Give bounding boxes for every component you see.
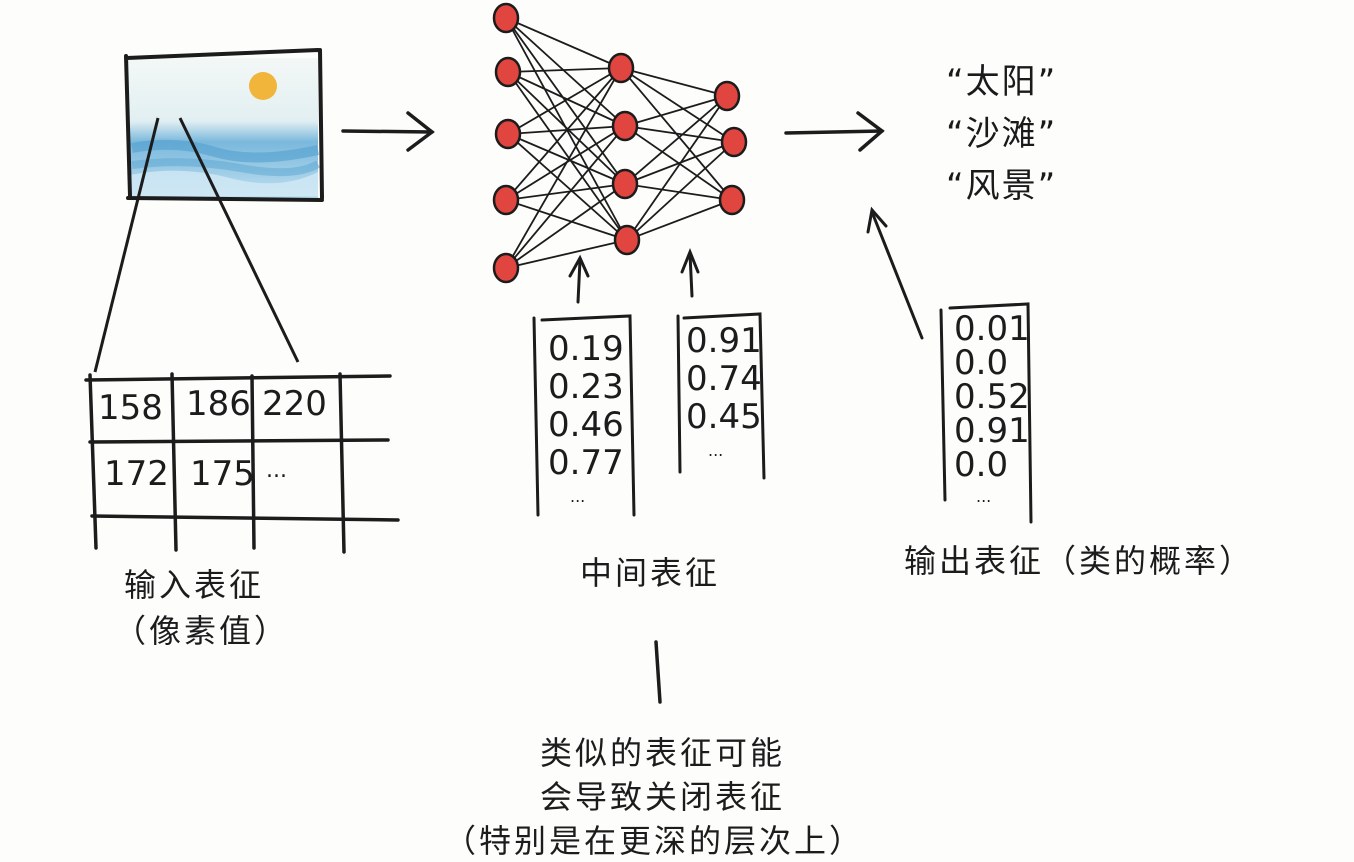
network-edge [624, 95, 728, 127]
neuron-node [492, 2, 520, 34]
note-line: （特别是在更深的层次上） [444, 822, 865, 860]
connector-line [654, 640, 662, 704]
pixel-value: 186 [186, 384, 251, 424]
vector-value: ... [708, 441, 724, 460]
pixel-value: 220 [262, 384, 327, 424]
output-label: “太阳” [946, 62, 1058, 102]
vector-value: 0.46 [548, 405, 624, 445]
arrow-right-icon [341, 111, 435, 152]
diagram: 158 186 220 172 175 ... 输入表征 （像素值） 0.19 … [0, 0, 1354, 862]
network-edge [507, 71, 628, 241]
vector-value: ... [976, 487, 992, 506]
pixel-value: ... [266, 458, 287, 483]
vector-value: 0.77 [548, 443, 624, 483]
pixel-value: 158 [98, 388, 163, 428]
neuron-node [492, 184, 520, 216]
neuron-node [718, 184, 746, 216]
intermediate-vector-2: 0.91 0.74 0.45 ... [686, 322, 762, 474]
vector-value: 0.74 [686, 359, 762, 399]
neuron-node [611, 110, 639, 142]
vector-value: 0.91 [686, 321, 762, 361]
input-caption: 输入表征 [124, 566, 265, 604]
intermediate-vector-1: 0.19 0.23 0.46 0.77 ... [548, 330, 624, 520]
vector-value: ... [570, 487, 586, 506]
arrow-up-icon [866, 206, 924, 340]
neuron-node [492, 252, 520, 284]
network-edge [505, 239, 628, 269]
vector-value: 0.91 [954, 411, 1030, 451]
intermediate-caption: 中间表征 [580, 554, 721, 592]
neuron-node [611, 168, 639, 200]
neuron-node [494, 56, 522, 88]
neuron-node [720, 126, 748, 158]
output-label: “沙滩” [946, 114, 1058, 154]
network-edge [626, 199, 733, 241]
pixel-value: 175 [190, 454, 255, 494]
output-label: “风景” [946, 166, 1058, 206]
network-edge [626, 95, 728, 241]
network-edge [620, 67, 728, 97]
network-edge [624, 125, 735, 143]
input-caption-sub: （像素值） [114, 612, 290, 650]
neuron-node [607, 52, 635, 84]
vector-value: 0.0 [954, 445, 1009, 485]
output-vector: 0.01 0.0 0.52 0.91 0.0 ... [954, 312, 1030, 512]
vector-value: 0.52 [954, 377, 1030, 417]
note-line: 类似的表征可能 [540, 734, 786, 772]
neural-network [492, 2, 748, 284]
output-caption: 输出表征（类的概率） [904, 542, 1255, 580]
arrow-right-icon [784, 111, 885, 152]
vector-value: 0.01 [954, 309, 1030, 349]
arrow-up-icon [680, 247, 700, 298]
vector-value: 0.19 [548, 329, 624, 369]
sun-icon [249, 72, 277, 100]
pixel-value: 172 [104, 454, 169, 494]
arrow-up-icon [568, 254, 590, 304]
neuron-node [494, 118, 522, 150]
vector-value: 0.23 [548, 367, 624, 407]
note-line: 会导致关闭表征 [540, 778, 786, 816]
vector-value: 0.0 [954, 343, 1009, 383]
neuron-node [713, 80, 741, 112]
output-labels: “太阳” “沙滩” “风景” [946, 56, 1057, 212]
neuron-node [613, 224, 641, 256]
vector-value: 0.45 [686, 397, 762, 437]
